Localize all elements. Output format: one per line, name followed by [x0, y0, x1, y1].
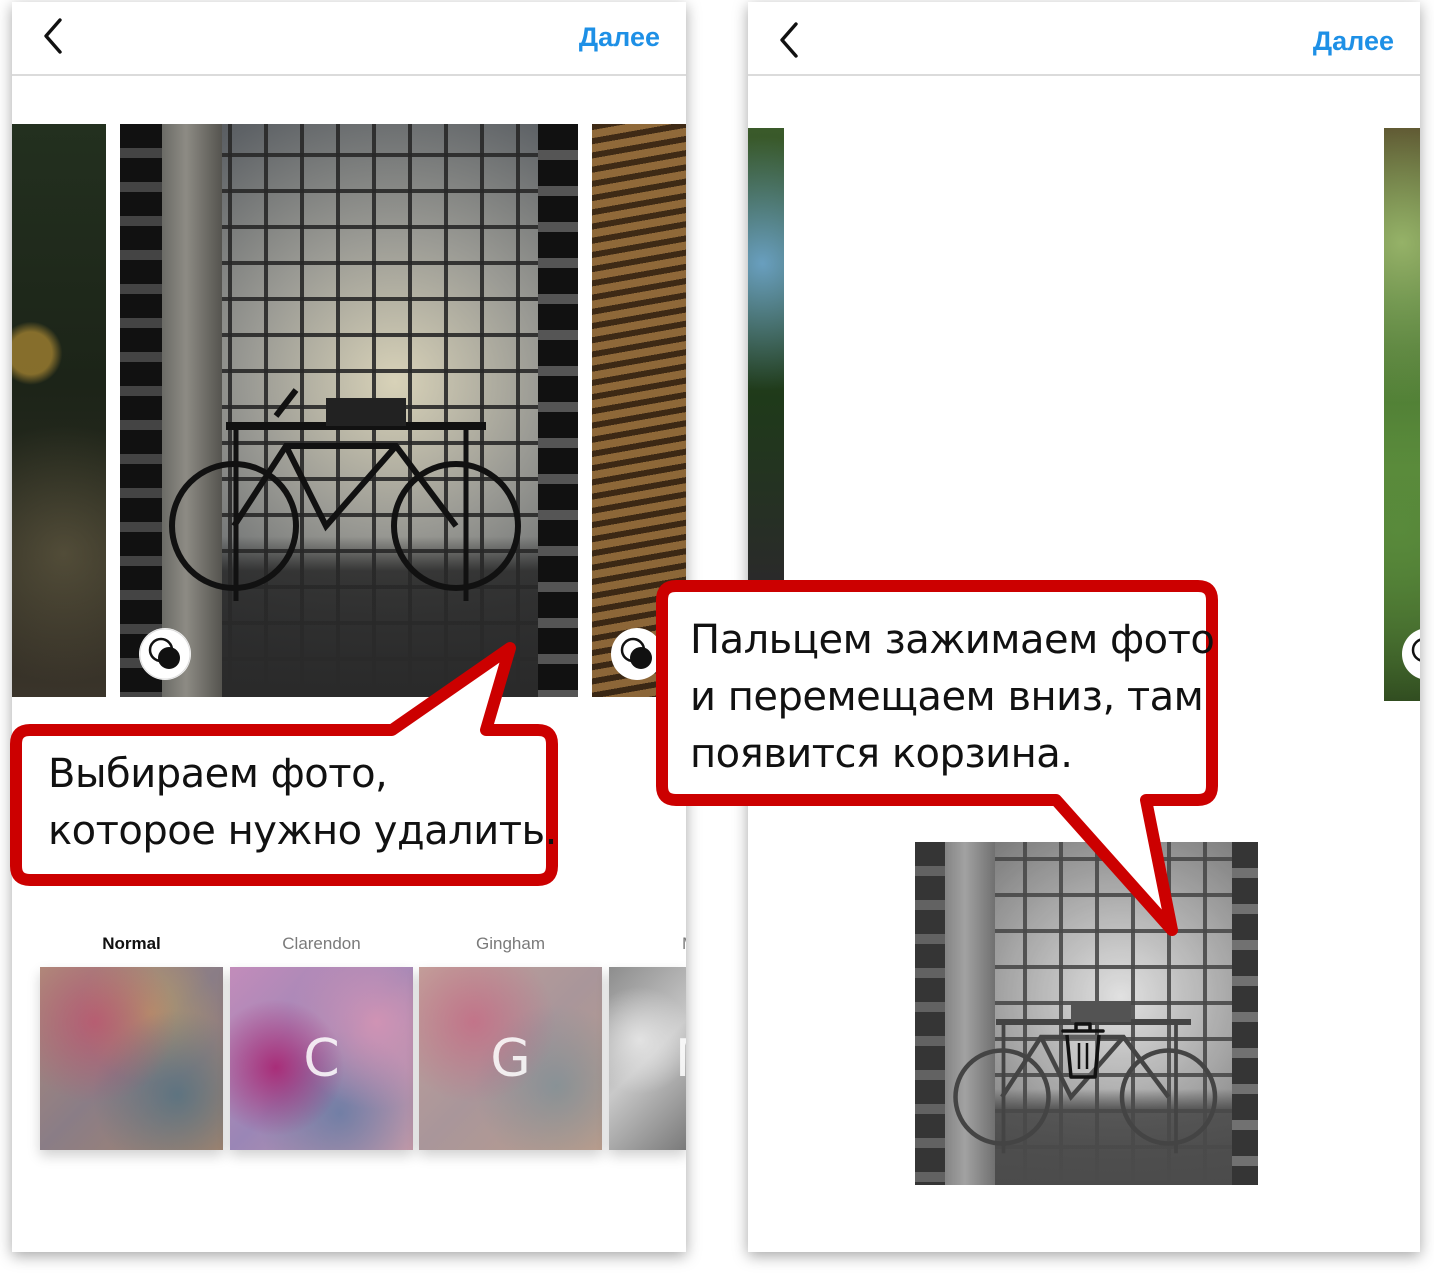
photo-previous[interactable] — [12, 124, 106, 697]
callout-line: Выбираем фото, — [48, 751, 388, 797]
filter-letter: M — [609, 1029, 686, 1089]
photo-next[interactable] — [1384, 128, 1420, 701]
photo-edge — [1232, 842, 1258, 1185]
top-bar: Далее — [12, 2, 686, 76]
photo-edge — [538, 124, 578, 697]
photo-edge — [120, 124, 162, 697]
filter-thumb-clarendon[interactable]: C — [230, 967, 413, 1150]
callout-line: Пальцем зажимаем фото — [690, 617, 1215, 663]
filter-letter: C — [303, 1029, 340, 1089]
screen-left-filter-view: Далее Normal Clarendon Gingham M — [12, 2, 686, 1252]
photo-previous[interactable] — [748, 128, 784, 580]
callout-text-right: Пальцем зажимаем фото и перемещаем вниз,… — [690, 612, 1215, 783]
filter-thumb-fourth[interactable]: M — [609, 967, 686, 1150]
callout-line: и перемещаем вниз, там — [690, 674, 1204, 720]
filter-thumb-normal[interactable] — [40, 967, 223, 1150]
bicycle-silhouette — [169, 388, 521, 601]
callout-line: появится корзина. — [690, 731, 1073, 777]
photo-selected[interactable] — [120, 124, 578, 697]
callout-line: которое нужно удалить. — [48, 808, 557, 854]
callout-text-left: Выбираем фото, которое нужно удалить. — [48, 746, 557, 860]
trash-icon[interactable] — [1057, 1017, 1109, 1081]
top-bar: Далее — [748, 2, 1420, 76]
filter-label-normal: Normal — [102, 934, 161, 953]
filter-label-fourth: M — [592, 934, 686, 954]
next-button[interactable]: Далее — [579, 22, 660, 53]
next-button[interactable]: Далее — [1313, 26, 1394, 57]
filter-label-clarendon: Clarendon — [282, 934, 361, 953]
photo-edge — [915, 842, 945, 1185]
filter-thumb-gingham[interactable]: G — [419, 967, 602, 1150]
dragged-photo[interactable] — [915, 842, 1258, 1185]
photo-next[interactable] — [592, 124, 686, 697]
filter-label-gingham: Gingham — [476, 934, 545, 953]
filter-letter: G — [490, 1029, 531, 1089]
multi-select-icon[interactable] — [139, 628, 191, 680]
chevron-left-icon[interactable] — [38, 16, 68, 56]
multi-select-icon[interactable] — [611, 628, 663, 680]
chevron-left-icon[interactable] — [774, 20, 804, 60]
